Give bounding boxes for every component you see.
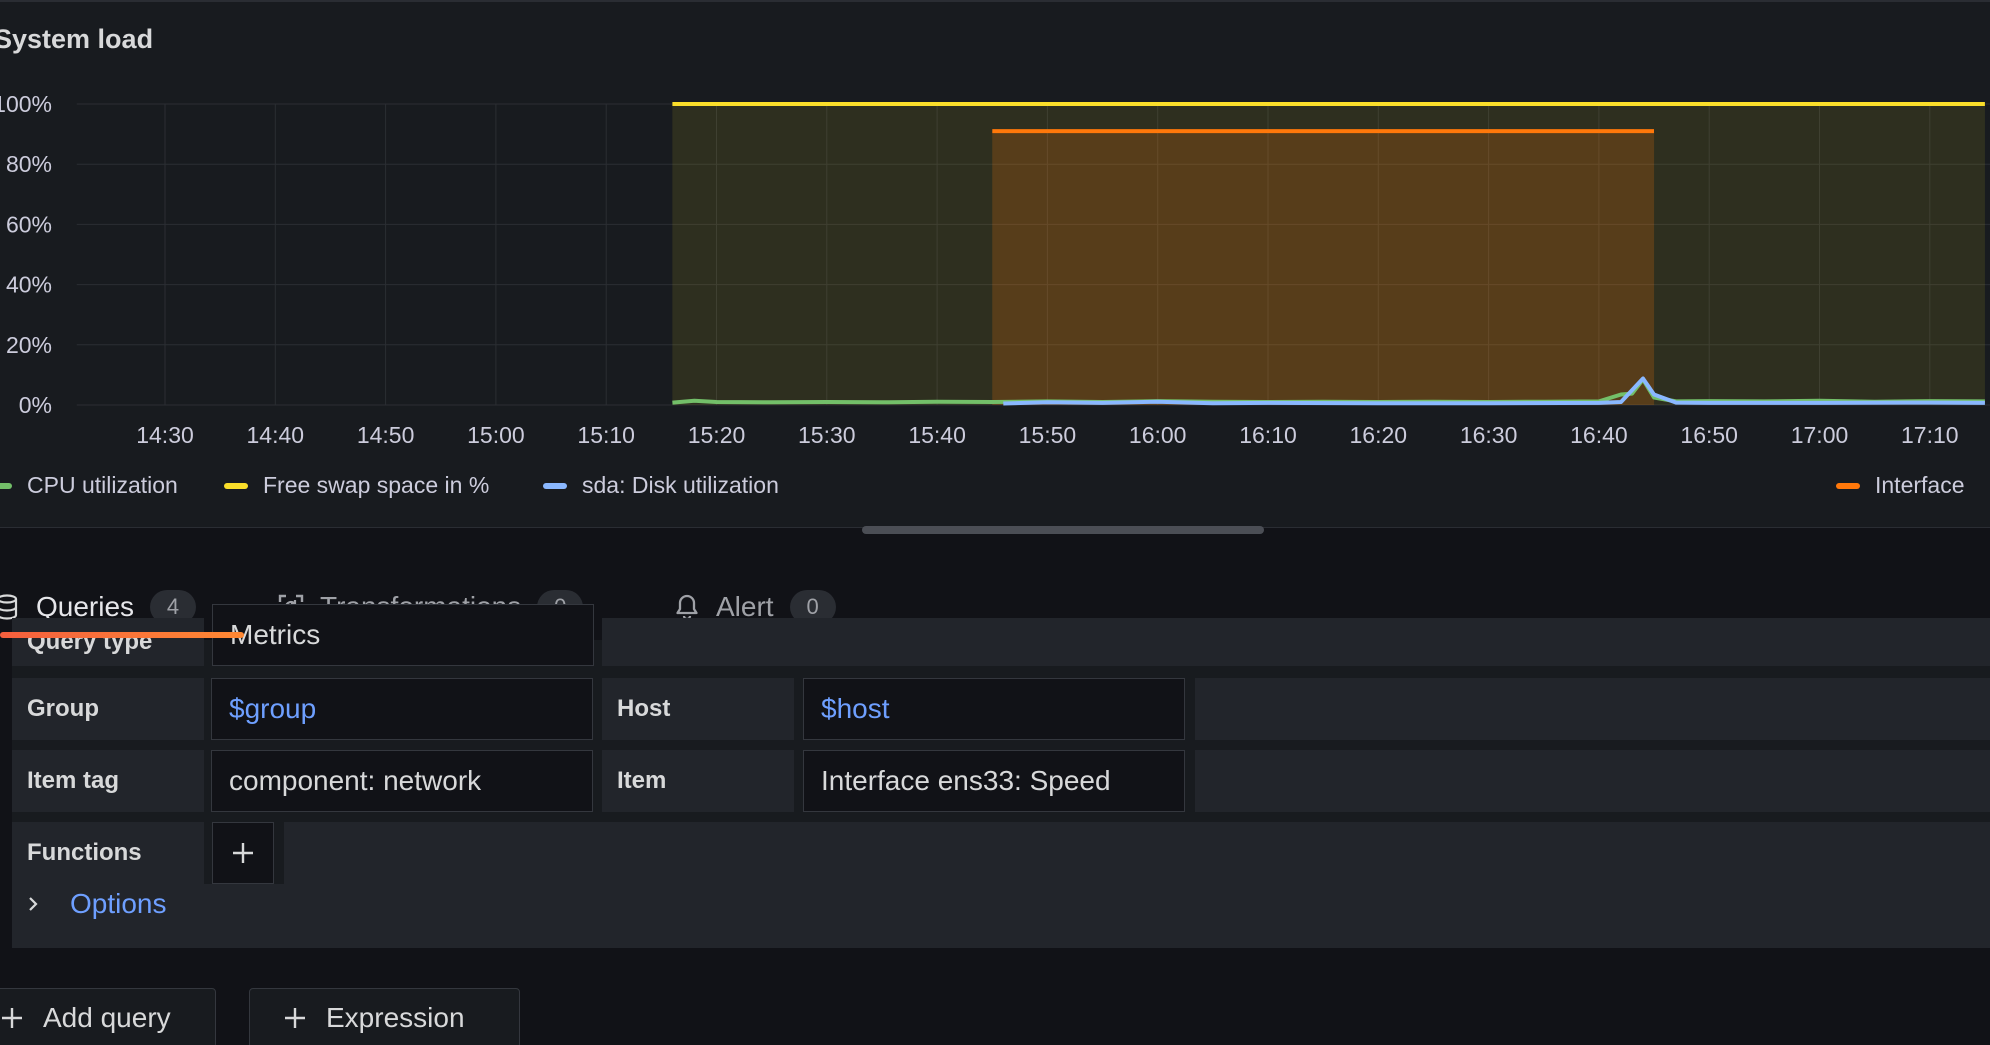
functions-label: Functions <box>12 822 204 884</box>
y-tick-label: 60% <box>6 211 52 237</box>
item-label: Item <box>602 750 794 812</box>
legend-swatch <box>224 482 248 489</box>
x-tick-label: 17:10 <box>1901 422 1959 448</box>
item-input[interactable]: Interface ens33: Speed <box>803 750 1185 812</box>
x-tick-label: 17:00 <box>1791 422 1849 448</box>
host-input[interactable]: $host <box>803 678 1185 740</box>
chart[interactable]: 0% 20% 40% 60% 80% 100% 14:30 14:40 14:50 15:00 15… <box>0 2 1990 462</box>
legend-swatch <box>1836 482 1860 489</box>
legend-label: Interface <box>1875 472 1965 498</box>
x-tick-label: 16:10 <box>1239 422 1297 448</box>
legend-label: sda: Disk utilization <box>582 472 779 498</box>
legend-item-swap[interactable]: Free swap space in % <box>224 472 489 499</box>
legend-swatch <box>0 482 12 489</box>
panel-resize-handle[interactable] <box>862 526 1264 534</box>
x-tick-label: 16:30 <box>1460 422 1518 448</box>
query-type-label: Query type <box>12 618 204 666</box>
active-tab-indicator <box>0 632 244 638</box>
x-tick-label: 14:40 <box>247 422 305 448</box>
group-value: $group <box>229 693 317 724</box>
legend-item-disk[interactable]: sda: Disk utilization <box>543 472 779 499</box>
row-filler <box>1195 678 1990 740</box>
options-label: Options <box>70 888 167 919</box>
plus-icon <box>1 1007 23 1029</box>
x-tick-label: 15:50 <box>1019 422 1077 448</box>
item-tag-label: Item tag <box>12 750 204 812</box>
host-label: Host <box>602 678 794 740</box>
y-tick-label: 100% <box>0 91 52 117</box>
x-tick-label: 15:30 <box>798 422 856 448</box>
host-value: $host <box>821 693 890 724</box>
query-editor: Query type Metrics Group $group Host $ho… <box>12 604 1990 948</box>
item-value: Interface ens33: Speed <box>821 765 1111 796</box>
add-query-button[interactable]: Add query <box>0 988 216 1045</box>
legend: CPU utilization Free swap space in % sda… <box>0 472 1990 502</box>
y-tick-label: 0% <box>19 392 52 418</box>
plus-icon <box>233 843 253 863</box>
x-tick-label: 15:00 <box>467 422 525 448</box>
x-tick-label: 15:10 <box>577 422 635 448</box>
plus-icon <box>284 1007 306 1029</box>
legend-label: CPU utilization <box>27 472 178 498</box>
legend-swatch <box>543 482 567 489</box>
row-filler <box>1195 750 1990 812</box>
y-tick-label: 80% <box>6 151 52 177</box>
legend-item-interface[interactable]: Interface <box>1836 472 1965 499</box>
add-function-button[interactable] <box>212 822 274 884</box>
group-input[interactable]: $group <box>211 678 593 740</box>
add-query-label: Add query <box>43 1002 171 1033</box>
y-tick-label: 40% <box>6 272 52 298</box>
query-type-select[interactable]: Metrics <box>212 604 594 666</box>
x-tick-label: 14:50 <box>357 422 415 448</box>
item-tag-input[interactable]: component: network <box>211 750 593 812</box>
legend-label: Free swap space in % <box>263 472 490 498</box>
row-filler <box>602 618 1990 666</box>
series-area <box>992 131 1655 405</box>
x-tick-label: 15:20 <box>688 422 746 448</box>
x-tick-label: 16:00 <box>1129 422 1187 448</box>
legend-item-cpu[interactable]: CPU utilization <box>0 472 178 499</box>
y-tick-label: 20% <box>6 332 52 358</box>
x-tick-label: 16:40 <box>1570 422 1628 448</box>
group-label: Group <box>12 678 204 740</box>
item-tag-value: component: network <box>229 765 482 796</box>
panel: System load 0%20%40%60%80%100%14:3014:40… <box>0 0 1990 534</box>
expression-label: Expression <box>326 1002 465 1033</box>
expression-button[interactable]: Expression <box>249 988 520 1045</box>
x-tick-label: 15:40 <box>908 422 966 448</box>
chevron-right-icon <box>24 895 42 913</box>
options-toggle[interactable]: Options <box>24 888 167 920</box>
x-tick-label: 16:50 <box>1680 422 1738 448</box>
x-tick-label: 14:30 <box>136 422 194 448</box>
options-row <box>12 884 1990 948</box>
row-filler <box>284 822 1990 884</box>
x-tick-label: 16:20 <box>1350 422 1408 448</box>
